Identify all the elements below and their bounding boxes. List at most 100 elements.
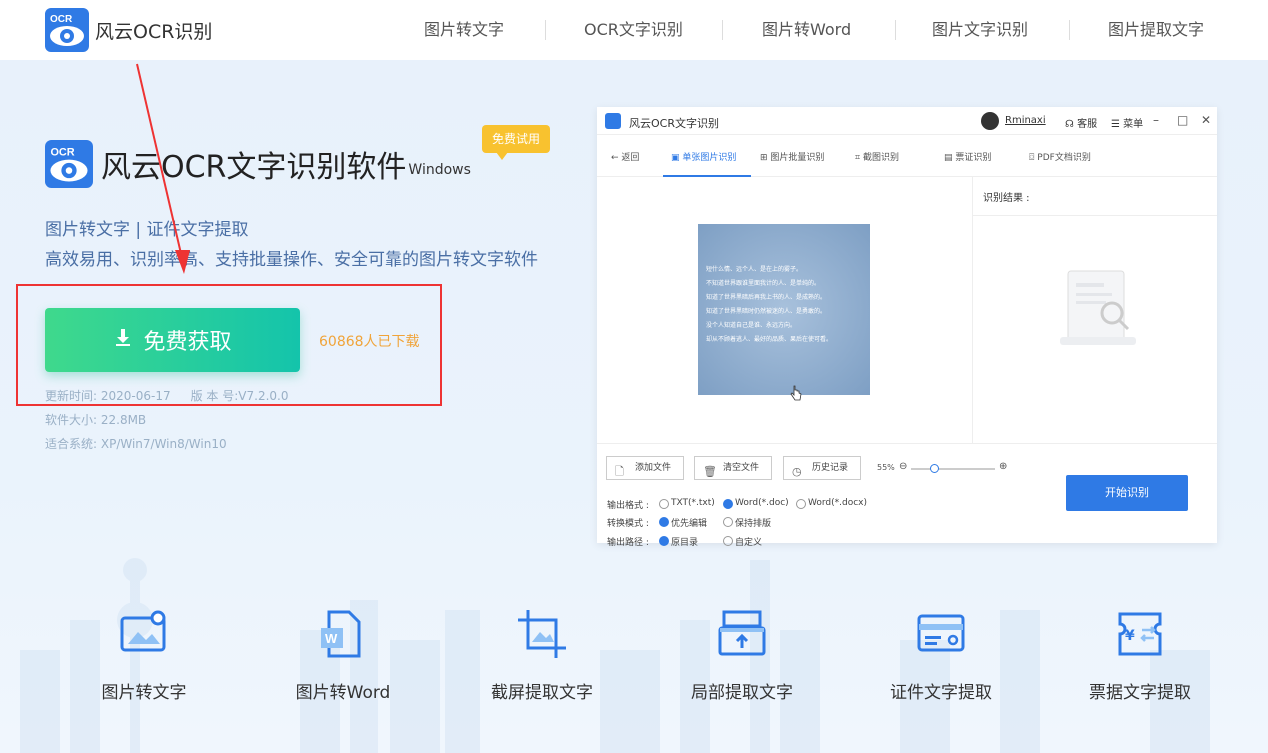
tab-pdf[interactable]: ⌼ PDF文档识别 [1029, 150, 1091, 163]
product-title: 风云OCR文字识别软件 [101, 142, 406, 186]
free-trial-badge: 免费试用 [482, 125, 550, 153]
empty-document-icon [1054, 267, 1140, 353]
id-card-icon [915, 608, 967, 660]
nav-item-ocr[interactable]: OCR文字识别 [584, 0, 683, 60]
menu-icon: ☰ [1111, 119, 1120, 130]
scan-icon [716, 608, 768, 660]
minimize-icon[interactable]: – [1153, 113, 1159, 127]
format-txt-radio[interactable]: TXT(*.txt) [659, 498, 715, 508]
arrow-left-icon: ← [611, 153, 619, 163]
trash-icon: 🗑 [703, 461, 717, 483]
nav-item-image-text-recognition[interactable]: 图片文字识别 [932, 0, 1028, 60]
svg-text:OCR: OCR [50, 14, 73, 25]
eye-logo-icon: OCR [45, 8, 89, 52]
convert-mode-label: 转换模式 : [607, 516, 649, 529]
product-description: 高效易用、识别率高、支持批量操作、安全可靠的图片转文字软件 [45, 245, 538, 270]
zoom-slider-knob[interactable] [930, 464, 939, 473]
feature-id-extract[interactable]: 证件文字提取 [881, 608, 1001, 703]
add-file-button[interactable]: 🗋添加文件 [606, 456, 684, 480]
headset-icon: ☊ [1065, 119, 1074, 130]
path-custom-radio[interactable]: 自定义 [723, 535, 762, 548]
tab-batch-image[interactable]: ⊞ 图片批量识别 [760, 150, 824, 163]
eye-logo-icon: OCR [45, 140, 93, 188]
format-docx-radio[interactable]: Word(*.docx) [796, 498, 867, 508]
svg-text:¥: ¥ [1125, 628, 1135, 644]
preview-text-line: 却从不顾着逃人、最好的品质、果后在使可看。 [706, 334, 832, 343]
nav-item-image-to-text[interactable]: 图片转文字 [424, 0, 504, 60]
result-label: 识别结果 : [983, 189, 1030, 204]
start-recognition-button[interactable]: 开始识别 [1066, 475, 1188, 511]
nav-item-image-extract-text[interactable]: 图片提取文字 [1108, 0, 1204, 60]
feature-receipt-extract[interactable]: ¥ 票据文字提取 [1080, 608, 1200, 703]
history-button[interactable]: ◷历史记录 [783, 456, 861, 480]
output-path-label: 输出路径 : [607, 535, 649, 548]
feature-label: 截屏提取文字 [482, 678, 602, 703]
file-add-icon: 🗋 [615, 461, 624, 483]
feature-label: 图片转文字 [84, 678, 204, 703]
preview-text-line: 不知道世界跟谁里面我计的人、是单纯的。 [706, 278, 820, 287]
crop-icon [516, 608, 568, 660]
output-format-label: 输出格式 : [607, 498, 649, 511]
update-time: 更新时间: 2020-06-17版 本 号:V7.2.0.0 [45, 387, 288, 404]
feature-image-to-text[interactable]: 图片转文字 [84, 608, 204, 703]
supported-systems: 适合系统: XP/Win7/Win8/Win10 [45, 435, 227, 452]
nav-divider [722, 20, 723, 40]
menu-button[interactable]: ☰ 菜单 [1111, 115, 1143, 130]
preview-image: 短什么情、远个人、是在上的雾子。 不知道世界跟谁里面我计的人、是单纯的。 知道了… [698, 224, 870, 395]
product-tagline: 图片转文字 | 证件文字提取 [45, 215, 249, 240]
feature-partial-extract[interactable]: 局部提取文字 [682, 608, 802, 703]
service-button[interactable]: ☊ 客服 [1065, 115, 1097, 130]
feature-label: 证件文字提取 [881, 678, 1001, 703]
platform-label: Windows [408, 162, 471, 178]
app-logo-icon [605, 113, 621, 129]
app-title: 风云OCR文字识别 [629, 115, 719, 131]
feature-screenshot-extract[interactable]: 截屏提取文字 [482, 608, 602, 703]
app-screenshot: 风云OCR文字识别 Rminaxi ☊ 客服 ☰ 菜单 – □ ✕ ← 返回 ▣… [597, 107, 1217, 543]
nav-item-image-to-word[interactable]: 图片转Word [762, 0, 851, 60]
nav-divider [895, 20, 896, 40]
zoom-level: 55% [877, 463, 895, 472]
batch-icon: ⊞ [760, 153, 768, 163]
zoom-out-icon[interactable]: ⊖ [899, 461, 907, 472]
divider [973, 215, 1217, 216]
back-button[interactable]: ← 返回 [611, 150, 639, 163]
product-title-group: OCR 风云OCR文字识别软件 Windows [45, 140, 471, 188]
path-original-radio[interactable]: 原目录 [659, 535, 698, 548]
app-bottom-panel: 🗋添加文件 🗑清空文件 ◷历史记录 55% ⊖ ⊕ 输出格式 : TXT(*.t… [597, 443, 1217, 543]
nav-divider [1069, 20, 1070, 40]
feature-image-to-word[interactable]: W 图片转Word [283, 608, 403, 703]
preview-text-line: 没个人知道自己是谁、永远方向。 [706, 320, 796, 329]
top-bar: OCR 风云OCR识别 图片转文字 OCR文字识别 图片转Word 图片文字识别… [0, 0, 1268, 60]
close-icon[interactable]: ✕ [1201, 113, 1211, 127]
feature-label: 图片转Word [283, 678, 403, 703]
preview-text-line: 知道了世界黑暗时仍然被迷的人、是勇敢的。 [706, 306, 826, 315]
tab-single-image[interactable]: ▣ 单张图片识别 [671, 150, 736, 163]
tab-ticket[interactable]: ▤ 票证识别 [944, 150, 991, 163]
svg-text:W: W [325, 631, 338, 646]
brand-logo[interactable]: OCR 风云OCR识别 [45, 8, 212, 52]
username[interactable]: Rminaxi [1005, 115, 1046, 126]
image-icon [118, 608, 170, 660]
software-size: 软件大小: 22.8MB [45, 411, 146, 428]
svg-text:OCR: OCR [50, 146, 74, 158]
zoom-in-icon[interactable]: ⊕ [999, 461, 1007, 472]
clear-file-button[interactable]: 🗑清空文件 [694, 456, 772, 480]
zoom-slider[interactable] [911, 468, 995, 470]
avatar[interactable] [981, 112, 999, 130]
tab-screenshot[interactable]: ⌗ 截图识别 [855, 150, 899, 163]
format-doc-radio[interactable]: Word(*.doc) [723, 498, 789, 508]
image-icon: ▣ [671, 153, 680, 163]
mode-layout-radio[interactable]: 保持排版 [723, 516, 771, 529]
preview-text-line: 短什么情、远个人、是在上的雾子。 [706, 264, 802, 273]
app-tab-bar: ← 返回 ▣ 单张图片识别 ⊞ 图片批量识别 ⌗ 截图识别 ▤ 票证识别 ⌼ P… [597, 135, 1217, 177]
crop-icon: ⌗ [855, 153, 860, 163]
maximize-icon[interactable]: □ [1177, 113, 1188, 127]
cursor-icon [790, 385, 802, 401]
word-icon: W [317, 608, 369, 660]
preview-text-line: 知道了世界黑暗后再我上书的人、是成熟的。 [706, 292, 826, 301]
version: 版 本 号:V7.2.0.0 [191, 389, 289, 403]
feature-label: 局部提取文字 [682, 678, 802, 703]
pdf-icon: ⌼ [1029, 153, 1034, 163]
mode-edit-radio[interactable]: 优先编辑 [659, 516, 707, 529]
brand-name: 风云OCR识别 [95, 17, 212, 44]
